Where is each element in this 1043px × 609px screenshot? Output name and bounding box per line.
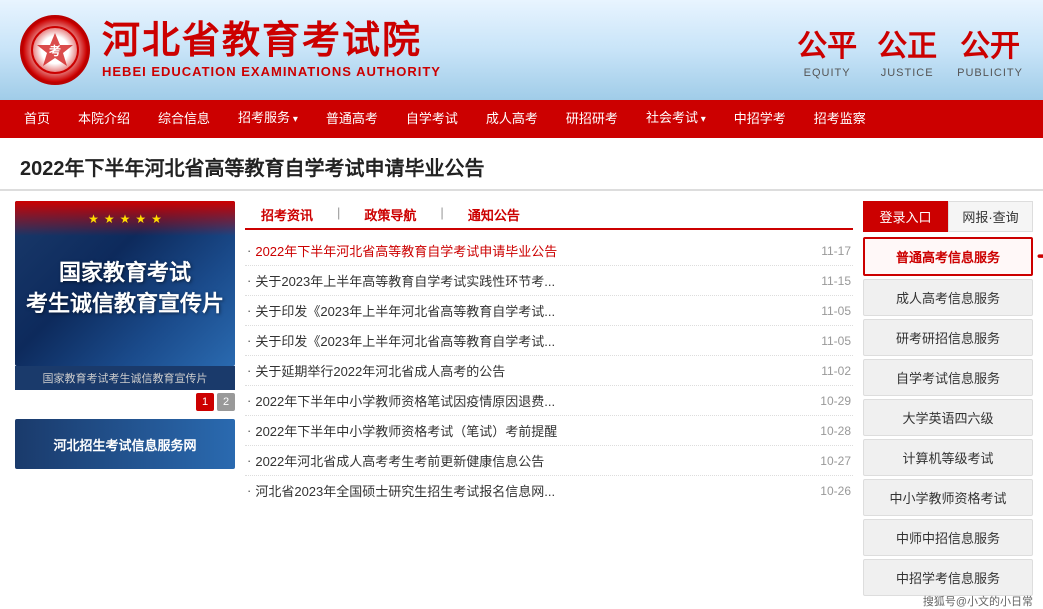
sidebar-btn-chengren[interactable]: 成人高考信息服务 — [863, 279, 1033, 316]
sidebar-btn-yanzhao[interactable]: 研考研招信息服务 — [863, 319, 1033, 356]
banner-caption: 国家教育考试考生诚信教育宣传片 — [15, 366, 235, 390]
banner-text-line1: 国家教育考试考生诚信教育宣传片 — [26, 258, 224, 320]
watermark: 搜狐号@小文的小日常 — [923, 593, 1033, 609]
sidebar-btn-zhongshi[interactable]: 中师中招信息服务 — [863, 519, 1033, 556]
sidebar-tab-login[interactable]: 登录入口 — [863, 201, 948, 232]
sidebar-btn-english46[interactable]: 大学英语四六级 — [863, 399, 1033, 436]
news-item-4: · 关于印发《2023年上半年河北省高等教育自学考试... 11-05 — [245, 326, 853, 356]
news-tab-tongzhi[interactable]: 通知公告 — [452, 201, 536, 230]
news-link-4[interactable]: 关于印发《2023年上半年河北省高等教育自学考试... — [255, 331, 813, 350]
news-item-3: · 关于印发《2023年上半年河北省高等教育自学考试... 11-05 — [245, 296, 853, 326]
star-3: ★ — [120, 212, 131, 226]
news-list: · 2022年下半年河北省高等教育自学考试申请毕业公告 11-17 · 关于20… — [245, 236, 853, 505]
sidebar-btn-gaokao[interactable]: 普通高考信息服务 — [863, 237, 1033, 276]
news-item-1: · 2022年下半年河北省高等教育自学考试申请毕业公告 11-17 — [245, 236, 853, 266]
main-content: ★ ★ ★ ★ ★ 国家教育考试考生诚信教育宣传片 国家教育考试考生诚信教育宣传… — [0, 191, 1043, 609]
star-5: ★ — [151, 212, 162, 226]
nav-chengren[interactable]: 成人高考 — [472, 100, 552, 138]
equity-publicity: 公开 PUBLICITY — [957, 21, 1023, 79]
sidebar-btn-zixue[interactable]: 自学考试信息服务 — [863, 359, 1033, 396]
sidebar-btn-computer[interactable]: 计算机等级考试 — [863, 439, 1033, 476]
news-item-8: · 2022年河北省成人高考考生考前更新健康信息公告 10-27 — [245, 446, 853, 476]
left-image-area: ★ ★ ★ ★ ★ 国家教育考试考生诚信教育宣传片 国家教育考试考生诚信教育宣传… — [15, 201, 235, 599]
news-link-3[interactable]: 关于印发《2023年上半年河北省高等教育自学考试... — [255, 301, 813, 320]
nav-zhongzhao[interactable]: 中招学考 — [720, 100, 800, 138]
logo-emblem: 考 — [20, 15, 90, 85]
nav-intro[interactable]: 本院介绍 — [64, 100, 144, 138]
nav-gaokao[interactable]: 普通高考 — [312, 100, 392, 138]
banner-stars: ★ ★ ★ ★ ★ — [15, 201, 235, 236]
banner-image[interactable]: ★ ★ ★ ★ ★ 国家教育考试考生诚信教育宣传片 — [15, 201, 235, 366]
news-tabs: 招考资讯 | 政策导航 | 通知公告 — [245, 201, 853, 230]
news-item-2: · 关于2023年上半年高等教育自学考试实践性环节考... 11-15 — [245, 266, 853, 296]
sidebar-btn-zhongzhao[interactable]: 中招学考信息服务 — [863, 559, 1033, 596]
header: 考 河北省教育考试院 HEBEI EDUCATION EXAMINATIONS … — [0, 0, 1043, 100]
news-date-2: 11-15 — [821, 274, 851, 288]
sidebar-tab-report[interactable]: 网报·查询 — [948, 201, 1033, 232]
news-date-9: 10-26 — [820, 484, 851, 498]
page-btn-1[interactable]: 1 — [196, 393, 214, 411]
news-link-8[interactable]: 2022年河北省成人高考考生考前更新健康信息公告 — [255, 451, 812, 470]
news-tab-zhaokao[interactable]: 招考资讯 — [245, 201, 329, 230]
star-1: ★ — [88, 212, 99, 226]
news-link-1[interactable]: 2022年下半年河北省高等教育自学考试申请毕业公告 — [255, 241, 813, 260]
right-sidebar: 登录入口 网报·查询 普通高考信息服务 ➜ 成人高考信息服务 研考研招信息服务 … — [863, 201, 1033, 599]
news-item-5: · 关于延期举行2022年河北省成人高考的公告 11-02 — [245, 356, 853, 386]
news-link-7[interactable]: 2022年下半年中小学教师资格考试（笔试）考前提醒 — [255, 421, 812, 440]
logo-text: 河北省教育考试院 HEBEI EDUCATION EXAMINATIONS AU… — [102, 22, 441, 79]
equity-label: EQUITY — [804, 67, 851, 79]
star-2: ★ — [104, 212, 115, 226]
bottom-banner[interactable]: 河北招生考试信息服务网 — [15, 419, 235, 469]
logo-sub-text: HEBEI EDUCATION EXAMINATIONS AUTHORITY — [102, 64, 441, 79]
header-logo: 考 河北省教育考试院 HEBEI EDUCATION EXAMINATIONS … — [20, 15, 441, 85]
news-date-3: 11-05 — [821, 304, 851, 318]
sidebar-btn-container: 普通高考信息服务 ➜ 成人高考信息服务 研考研招信息服务 自学考试信息服务 大学… — [863, 237, 1033, 596]
justice-label: JUSTICE — [881, 67, 934, 79]
page-title: 2022年下半年河北省高等教育自学考试申请毕业公告 — [0, 138, 1043, 191]
sidebar-btn-teacher[interactable]: 中小学教师资格考试 — [863, 479, 1033, 516]
bottom-banner-text: 河北招生考试信息服务网 — [53, 435, 196, 454]
equity-equity: 公平 EQUITY — [797, 21, 857, 79]
news-date-4: 11-05 — [821, 334, 851, 348]
publicity-icon: 公开 — [960, 21, 1020, 65]
news-link-9[interactable]: 河北省2023年全国硕士研究生招生考试报名信息网... — [255, 481, 812, 500]
news-link-2[interactable]: 关于2023年上半年高等教育自学考试实践性环节考... — [255, 271, 813, 290]
news-tab-zhengce[interactable]: 政策导航 — [348, 201, 432, 230]
news-date-1: 11-17 — [821, 244, 851, 258]
nav-supervision[interactable]: 招考监察 — [800, 100, 880, 138]
news-date-6: 10-29 — [820, 394, 851, 408]
equity-icon: 公平 — [797, 21, 857, 65]
news-area: 招考资讯 | 政策导航 | 通知公告 · 2022年下半年河北省高等教育自学考试… — [245, 201, 853, 599]
main-nav: 首页 本院介绍 综合信息 招考服务 普通高考 自学考试 成人高考 研招研考 社会… — [0, 100, 1043, 138]
news-date-5: 11-02 — [821, 364, 851, 378]
nav-home[interactable]: 首页 — [10, 100, 64, 138]
news-date-8: 10-27 — [820, 454, 851, 468]
sidebar-header: 登录入口 网报·查询 — [863, 201, 1033, 232]
news-item-7: · 2022年下半年中小学教师资格考试（笔试）考前提醒 10-28 — [245, 416, 853, 446]
svg-text:考: 考 — [49, 43, 61, 58]
news-item-6: · 2022年下半年中小学教师资格笔试因疫情原因退费... 10-29 — [245, 386, 853, 416]
news-date-7: 10-28 — [820, 424, 851, 438]
nav-social[interactable]: 社会考试 — [632, 99, 720, 139]
news-item-9: · 河北省2023年全国硕士研究生招生考试报名信息网... 10-26 — [245, 476, 853, 505]
equity-justice: 公正 JUSTICE — [877, 21, 937, 79]
nav-recruit[interactable]: 招考服务 — [224, 99, 312, 139]
red-arrow-icon: ➜ — [1037, 243, 1043, 269]
header-equity: 公平 EQUITY 公正 JUSTICE 公开 PUBLICITY — [797, 21, 1023, 79]
logo-main-text: 河北省教育考试院 — [102, 22, 441, 60]
banner-pagination: 1 2 — [15, 390, 235, 414]
page-btn-2[interactable]: 2 — [217, 393, 235, 411]
justice-icon: 公正 — [877, 21, 937, 65]
nav-yanzhao[interactable]: 研招研考 — [552, 100, 632, 138]
star-4: ★ — [135, 212, 146, 226]
nav-info[interactable]: 综合信息 — [144, 100, 224, 138]
publicity-label: PUBLICITY — [957, 67, 1023, 79]
nav-zixue[interactable]: 自学考试 — [392, 100, 472, 138]
news-link-5[interactable]: 关于延期举行2022年河北省成人高考的公告 — [255, 361, 813, 380]
news-link-6[interactable]: 2022年下半年中小学教师资格笔试因疫情原因退费... — [255, 391, 812, 410]
